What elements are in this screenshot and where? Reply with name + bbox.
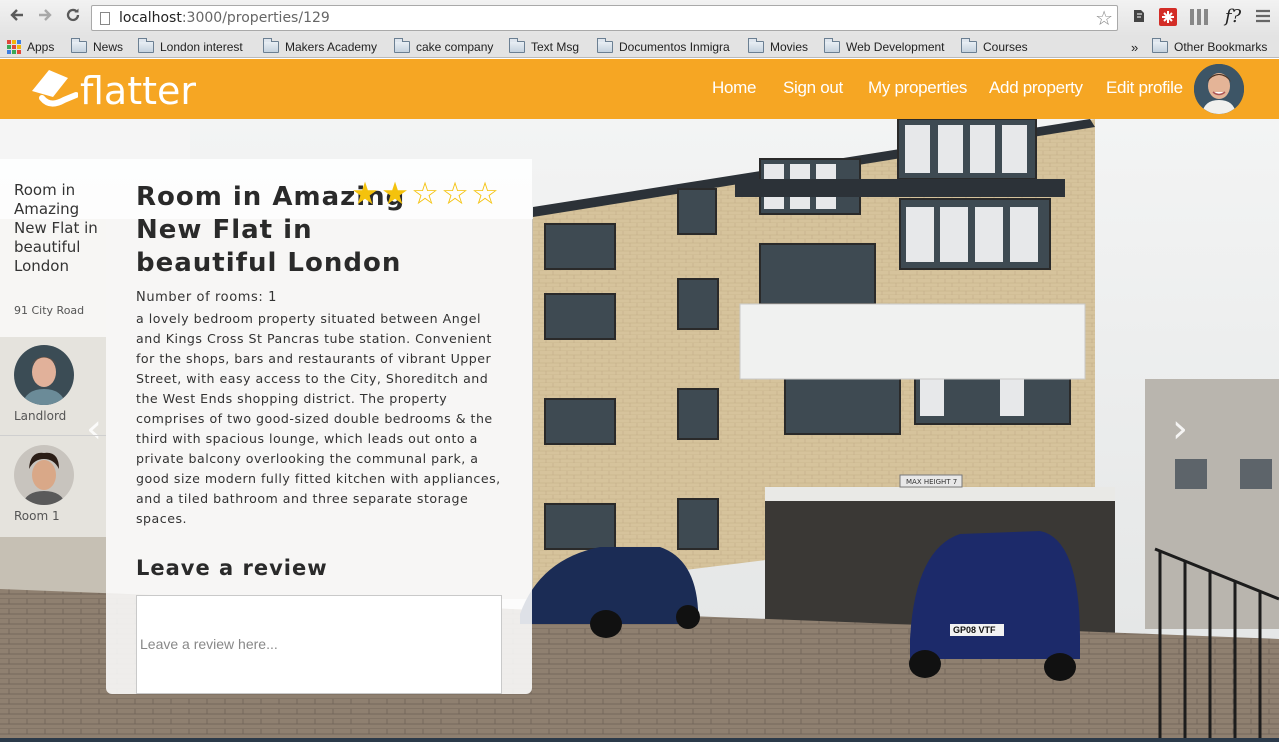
nav-edit-profile[interactable]: Edit profile — [1106, 78, 1183, 98]
evernote-extension-icon[interactable] — [1130, 8, 1148, 26]
bookmark-label: Documentos Inmigra — [619, 40, 730, 54]
folder-icon — [1152, 38, 1168, 53]
divider — [0, 435, 106, 436]
back-button[interactable] — [6, 6, 28, 28]
page-icon — [100, 12, 110, 25]
carousel-next-arrow[interactable]: › — [1172, 409, 1188, 449]
landlord-card[interactable]: Landlord — [0, 337, 106, 437]
site-header: flatter Home Sign out My properties Add … — [0, 59, 1279, 119]
star-empty-icon[interactable]: ☆ — [470, 177, 500, 211]
forward-arrow-icon — [39, 9, 52, 21]
logo-text: flatter — [80, 69, 197, 113]
bookmark-label: Apps — [27, 40, 55, 54]
back-arrow-icon — [10, 9, 23, 21]
occupants-list: Landlord Room 1 — [0, 337, 106, 537]
nav-my-properties[interactable]: My properties — [868, 78, 967, 98]
bookmark-documentos[interactable]: Documentos Inmigra — [597, 38, 734, 56]
bookmark-label: cake company — [416, 40, 494, 54]
bookmark-apps[interactable]: Apps — [7, 38, 54, 56]
nav-sign-out[interactable]: Sign out — [783, 78, 843, 98]
bars-extension-icon[interactable] — [1189, 8, 1208, 26]
bookmark-label: Web Development — [846, 40, 945, 54]
max-height-sign: MAX HEIGHT 7 — [906, 478, 957, 486]
review-input[interactable] — [136, 595, 502, 694]
car-number-plate: GP08 VTF — [953, 625, 996, 635]
room-1-avatar — [14, 445, 74, 505]
flatter-logo[interactable]: flatter — [28, 65, 196, 113]
reload-button[interactable] — [62, 6, 84, 28]
folder-icon — [394, 38, 410, 53]
bookmark-star-icon[interactable]: ☆ — [1095, 7, 1113, 29]
listing-address: 91 City Road — [14, 304, 85, 317]
star-empty-icon[interactable]: ☆ — [440, 177, 470, 211]
logo-mark-icon — [32, 70, 78, 107]
user-avatar[interactable] — [1194, 64, 1244, 114]
bookmark-news[interactable]: News — [71, 38, 123, 56]
folder-icon — [138, 38, 154, 53]
bookmark-label: Movies — [770, 40, 809, 54]
nav-add-property[interactable]: Add property — [989, 78, 1083, 98]
room-1-card[interactable]: Room 1 — [0, 437, 106, 537]
folder-icon — [824, 38, 840, 53]
folder-icon — [509, 38, 525, 53]
bookmark-label: News — [93, 40, 124, 54]
address-bar[interactable]: localhost:3000/properties/129 ☆ — [91, 5, 1118, 31]
star-rating[interactable]: ★ ★ ☆ ☆ ☆ — [350, 177, 500, 211]
bookmark-cake-company[interactable]: cake company — [394, 38, 493, 56]
other-bookmarks[interactable]: Other Bookmarks — [1152, 38, 1267, 56]
folder-icon — [263, 38, 279, 53]
folder-icon — [597, 38, 613, 53]
bookmark-london-interest[interactable]: London interest — [138, 38, 243, 56]
property-details-card: Room in Amazing New Flat in beautiful Lo… — [106, 159, 532, 694]
folder-icon — [748, 38, 764, 53]
apps-grid-icon — [7, 40, 21, 54]
user-avatar-photo — [1194, 64, 1244, 114]
page-bottom-strip — [0, 738, 1279, 742]
nav-home[interactable]: Home — [712, 78, 756, 98]
star-filled-icon[interactable]: ★ — [350, 177, 380, 211]
bookmark-label: Other Bookmarks — [1174, 40, 1268, 54]
bookmark-label: Text Msg — [531, 40, 580, 54]
bookmarks-bar: Apps News London interest Makers Academy… — [0, 36, 1279, 58]
bookmark-label: Makers Academy — [285, 40, 378, 54]
star-empty-icon[interactable]: ☆ — [410, 177, 440, 211]
room-1-label: Room 1 — [14, 509, 60, 523]
bookmark-label: London interest — [160, 40, 243, 54]
chrome-menu-icon[interactable] — [1253, 8, 1273, 26]
bookmark-courses[interactable]: Courses — [961, 38, 1028, 56]
bookmark-web-development[interactable]: Web Development — [824, 38, 945, 56]
rooms-count: Number of rooms: 1 — [136, 290, 278, 305]
landlord-avatar — [14, 345, 74, 405]
bookmarks-overflow-button[interactable]: » — [1131, 38, 1138, 56]
address-url: localhost:3000/properties/129 — [119, 10, 330, 26]
property-description: a lovely bedroom property situated betwe… — [136, 311, 501, 526]
bookmark-makers-academy[interactable]: Makers Academy — [263, 38, 377, 56]
landlord-label: Landlord — [14, 409, 67, 423]
folder-icon — [961, 38, 977, 53]
listing-title: Room in Amazing New Flat in beautiful Lo… — [14, 181, 98, 275]
lastpass-extension-icon[interactable] — [1159, 8, 1177, 26]
folder-icon — [71, 38, 87, 53]
star-filled-icon[interactable]: ★ — [380, 177, 410, 211]
bookmark-movies[interactable]: Movies — [748, 38, 808, 56]
forward-button[interactable] — [34, 6, 56, 28]
font-identifier-extension-icon[interactable]: f? — [1220, 8, 1246, 26]
review-heading: Leave a review — [136, 556, 328, 580]
listing-summary[interactable]: Room in Amazing New Flat in beautiful Lo… — [0, 159, 106, 337]
bookmark-label: Courses — [983, 40, 1028, 54]
reload-icon — [66, 8, 80, 22]
browser-toolbar: localhost:3000/properties/129 ☆ f? — [0, 0, 1279, 36]
bookmark-text-msg[interactable]: Text Msg — [509, 38, 579, 56]
